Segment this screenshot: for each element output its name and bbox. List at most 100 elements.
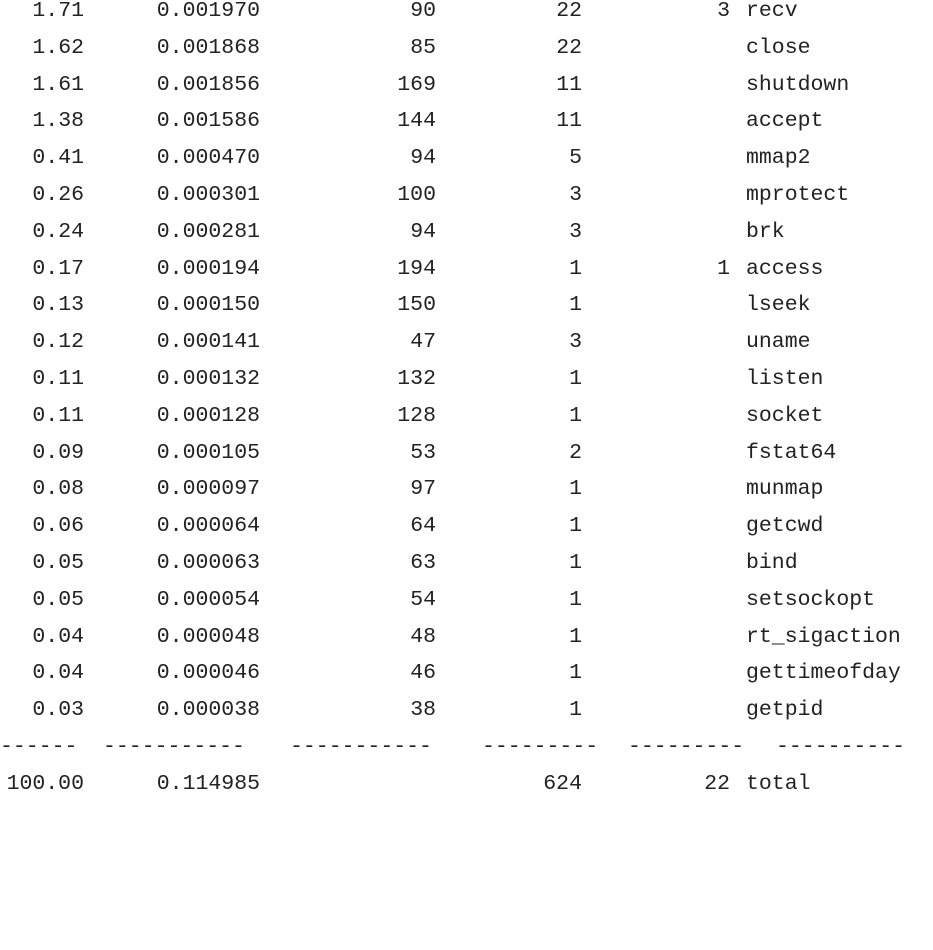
syscall-name-cell: fstat64 (746, 440, 837, 465)
calls-cell: 11 (556, 109, 582, 134)
syscall-name-cell: recv (746, 0, 798, 23)
table-row: 0.05 0.000054 54 1 setsockopt (0, 589, 933, 626)
total-errors-cell: 22 (704, 771, 730, 796)
seconds-cell: 0.001868 (156, 35, 260, 60)
table-row: 1.38 0.001586 144 11 accept (0, 110, 933, 147)
pct-time-cell: 0.12 (32, 330, 84, 355)
seconds-cell: 0.000301 (156, 183, 260, 207)
usecs-per-call-cell: 169 (397, 72, 436, 97)
usecs-per-call-cell: 54 (410, 587, 436, 612)
usecs-per-call-cell: 94 (410, 219, 436, 244)
calls-cell: 1 (569, 256, 582, 281)
calls-cell: 1 (569, 661, 582, 686)
total-pct-time-cell: 100.00 (6, 771, 84, 796)
pct-time-cell: 0.04 (32, 661, 84, 686)
seconds-cell: 0.000128 (156, 403, 260, 428)
usecs-per-call-cell: 128 (397, 403, 436, 428)
separator-dashes: ------ (0, 736, 78, 758)
seconds-cell: 0.000038 (156, 698, 260, 723)
calls-cell: 22 (556, 35, 582, 60)
table-row: 0.41 0.000470 94 5 mmap2 (0, 147, 933, 184)
pct-time-cell: 0.09 (32, 440, 84, 465)
syscall-name-cell: lseek (746, 293, 811, 318)
errors-cell: 3 (717, 0, 730, 23)
usecs-per-call-cell: 53 (410, 440, 436, 465)
usecs-per-call-cell: 194 (397, 256, 436, 281)
syscall-name-cell: bind (746, 551, 798, 575)
pct-time-cell: 0.11 (32, 403, 84, 428)
usecs-per-call-cell: 63 (410, 551, 436, 575)
calls-cell: 3 (569, 330, 582, 355)
usecs-per-call-cell: 38 (410, 698, 436, 723)
separator-row: ------ ----------- ----------- ---------… (0, 736, 933, 773)
table-row: 0.09 0.000105 53 2 fstat64 (0, 442, 933, 479)
table-row: 1.62 0.001868 85 22 close (0, 37, 933, 74)
total-seconds-cell: 0.114985 (156, 771, 260, 796)
table-row: 0.04 0.000048 48 1 rt_sigaction (0, 626, 933, 663)
pct-time-cell: 1.38 (32, 109, 84, 134)
calls-cell: 11 (556, 72, 582, 97)
syscall-name-cell: munmap (746, 477, 824, 502)
pct-time-cell: 0.13 (32, 293, 84, 318)
pct-time-cell: 0.24 (32, 219, 84, 244)
syscall-summary-table: 1.71 0.001970 90 22 3 recv 1.62 0.001868… (0, 0, 933, 795)
separator-dashes: --------- (482, 736, 599, 758)
usecs-per-call-cell: 46 (410, 661, 436, 686)
table-row: 0.05 0.000063 63 1 bind (0, 552, 933, 589)
errors-cell: 1 (717, 256, 730, 281)
seconds-cell: 0.000046 (156, 661, 260, 686)
usecs-per-call-cell: 90 (410, 0, 436, 23)
seconds-cell: 0.000105 (156, 440, 260, 465)
syscall-name-cell: socket (746, 403, 824, 428)
calls-cell: 1 (569, 551, 582, 575)
usecs-per-call-cell: 150 (397, 293, 436, 318)
calls-cell: 2 (569, 440, 582, 465)
calls-cell: 3 (569, 183, 582, 207)
calls-cell: 1 (569, 403, 582, 428)
calls-cell: 1 (569, 293, 582, 318)
total-calls-cell: 624 (543, 771, 582, 796)
seconds-cell: 0.001970 (156, 0, 260, 23)
pct-time-cell: 0.08 (32, 477, 84, 502)
pct-time-cell: 1.62 (32, 35, 84, 60)
usecs-per-call-cell: 97 (410, 477, 436, 502)
total-row: 100.00 0.114985 624 22 total (0, 773, 933, 795)
syscall-name-cell: getcwd (746, 514, 824, 539)
syscall-name-cell: mprotect (746, 183, 850, 207)
syscall-name-cell: gettimeofday (746, 661, 901, 686)
total-label-cell: total (746, 771, 811, 796)
syscall-name-cell: close (746, 35, 811, 60)
separator-dashes: ----------- (103, 736, 245, 758)
table-row: 0.04 0.000046 46 1 gettimeofday (0, 662, 933, 699)
usecs-per-call-cell: 144 (397, 109, 436, 134)
seconds-cell: 0.000097 (156, 477, 260, 502)
syscall-name-cell: getpid (746, 698, 824, 723)
pct-time-cell: 0.26 (32, 183, 84, 207)
pct-time-cell: 0.06 (32, 514, 84, 539)
pct-time-cell: 0.05 (32, 551, 84, 575)
syscall-name-cell: rt_sigaction (746, 624, 901, 649)
calls-cell: 1 (569, 624, 582, 649)
syscall-name-cell: mmap2 (746, 146, 811, 171)
seconds-cell: 0.000141 (156, 330, 260, 355)
pct-time-cell: 1.61 (32, 72, 84, 97)
table-row: 0.24 0.000281 94 3 brk (0, 221, 933, 258)
pct-time-cell: 0.04 (32, 624, 84, 649)
calls-cell: 5 (569, 146, 582, 171)
pct-time-cell: 0.05 (32, 587, 84, 612)
calls-cell: 3 (569, 219, 582, 244)
table-row: 0.17 0.000194 194 1 1 access (0, 258, 933, 295)
table-row: 0.26 0.000301 100 3 mprotect (0, 184, 933, 221)
usecs-per-call-cell: 48 (410, 624, 436, 649)
usecs-per-call-cell: 100 (397, 183, 436, 207)
calls-cell: 22 (556, 0, 582, 23)
seconds-cell: 0.000150 (156, 293, 260, 318)
separator-dashes: ----------- (290, 736, 432, 758)
table-row: 0.11 0.000132 132 1 listen (0, 368, 933, 405)
table-row: 0.11 0.000128 128 1 socket (0, 405, 933, 442)
syscall-name-cell: shutdown (746, 72, 850, 97)
seconds-cell: 0.000054 (156, 587, 260, 612)
table-row: 0.12 0.000141 47 3 uname (0, 331, 933, 368)
table-row: 0.13 0.000150 150 1 lseek (0, 294, 933, 331)
seconds-cell: 0.001586 (156, 109, 260, 134)
